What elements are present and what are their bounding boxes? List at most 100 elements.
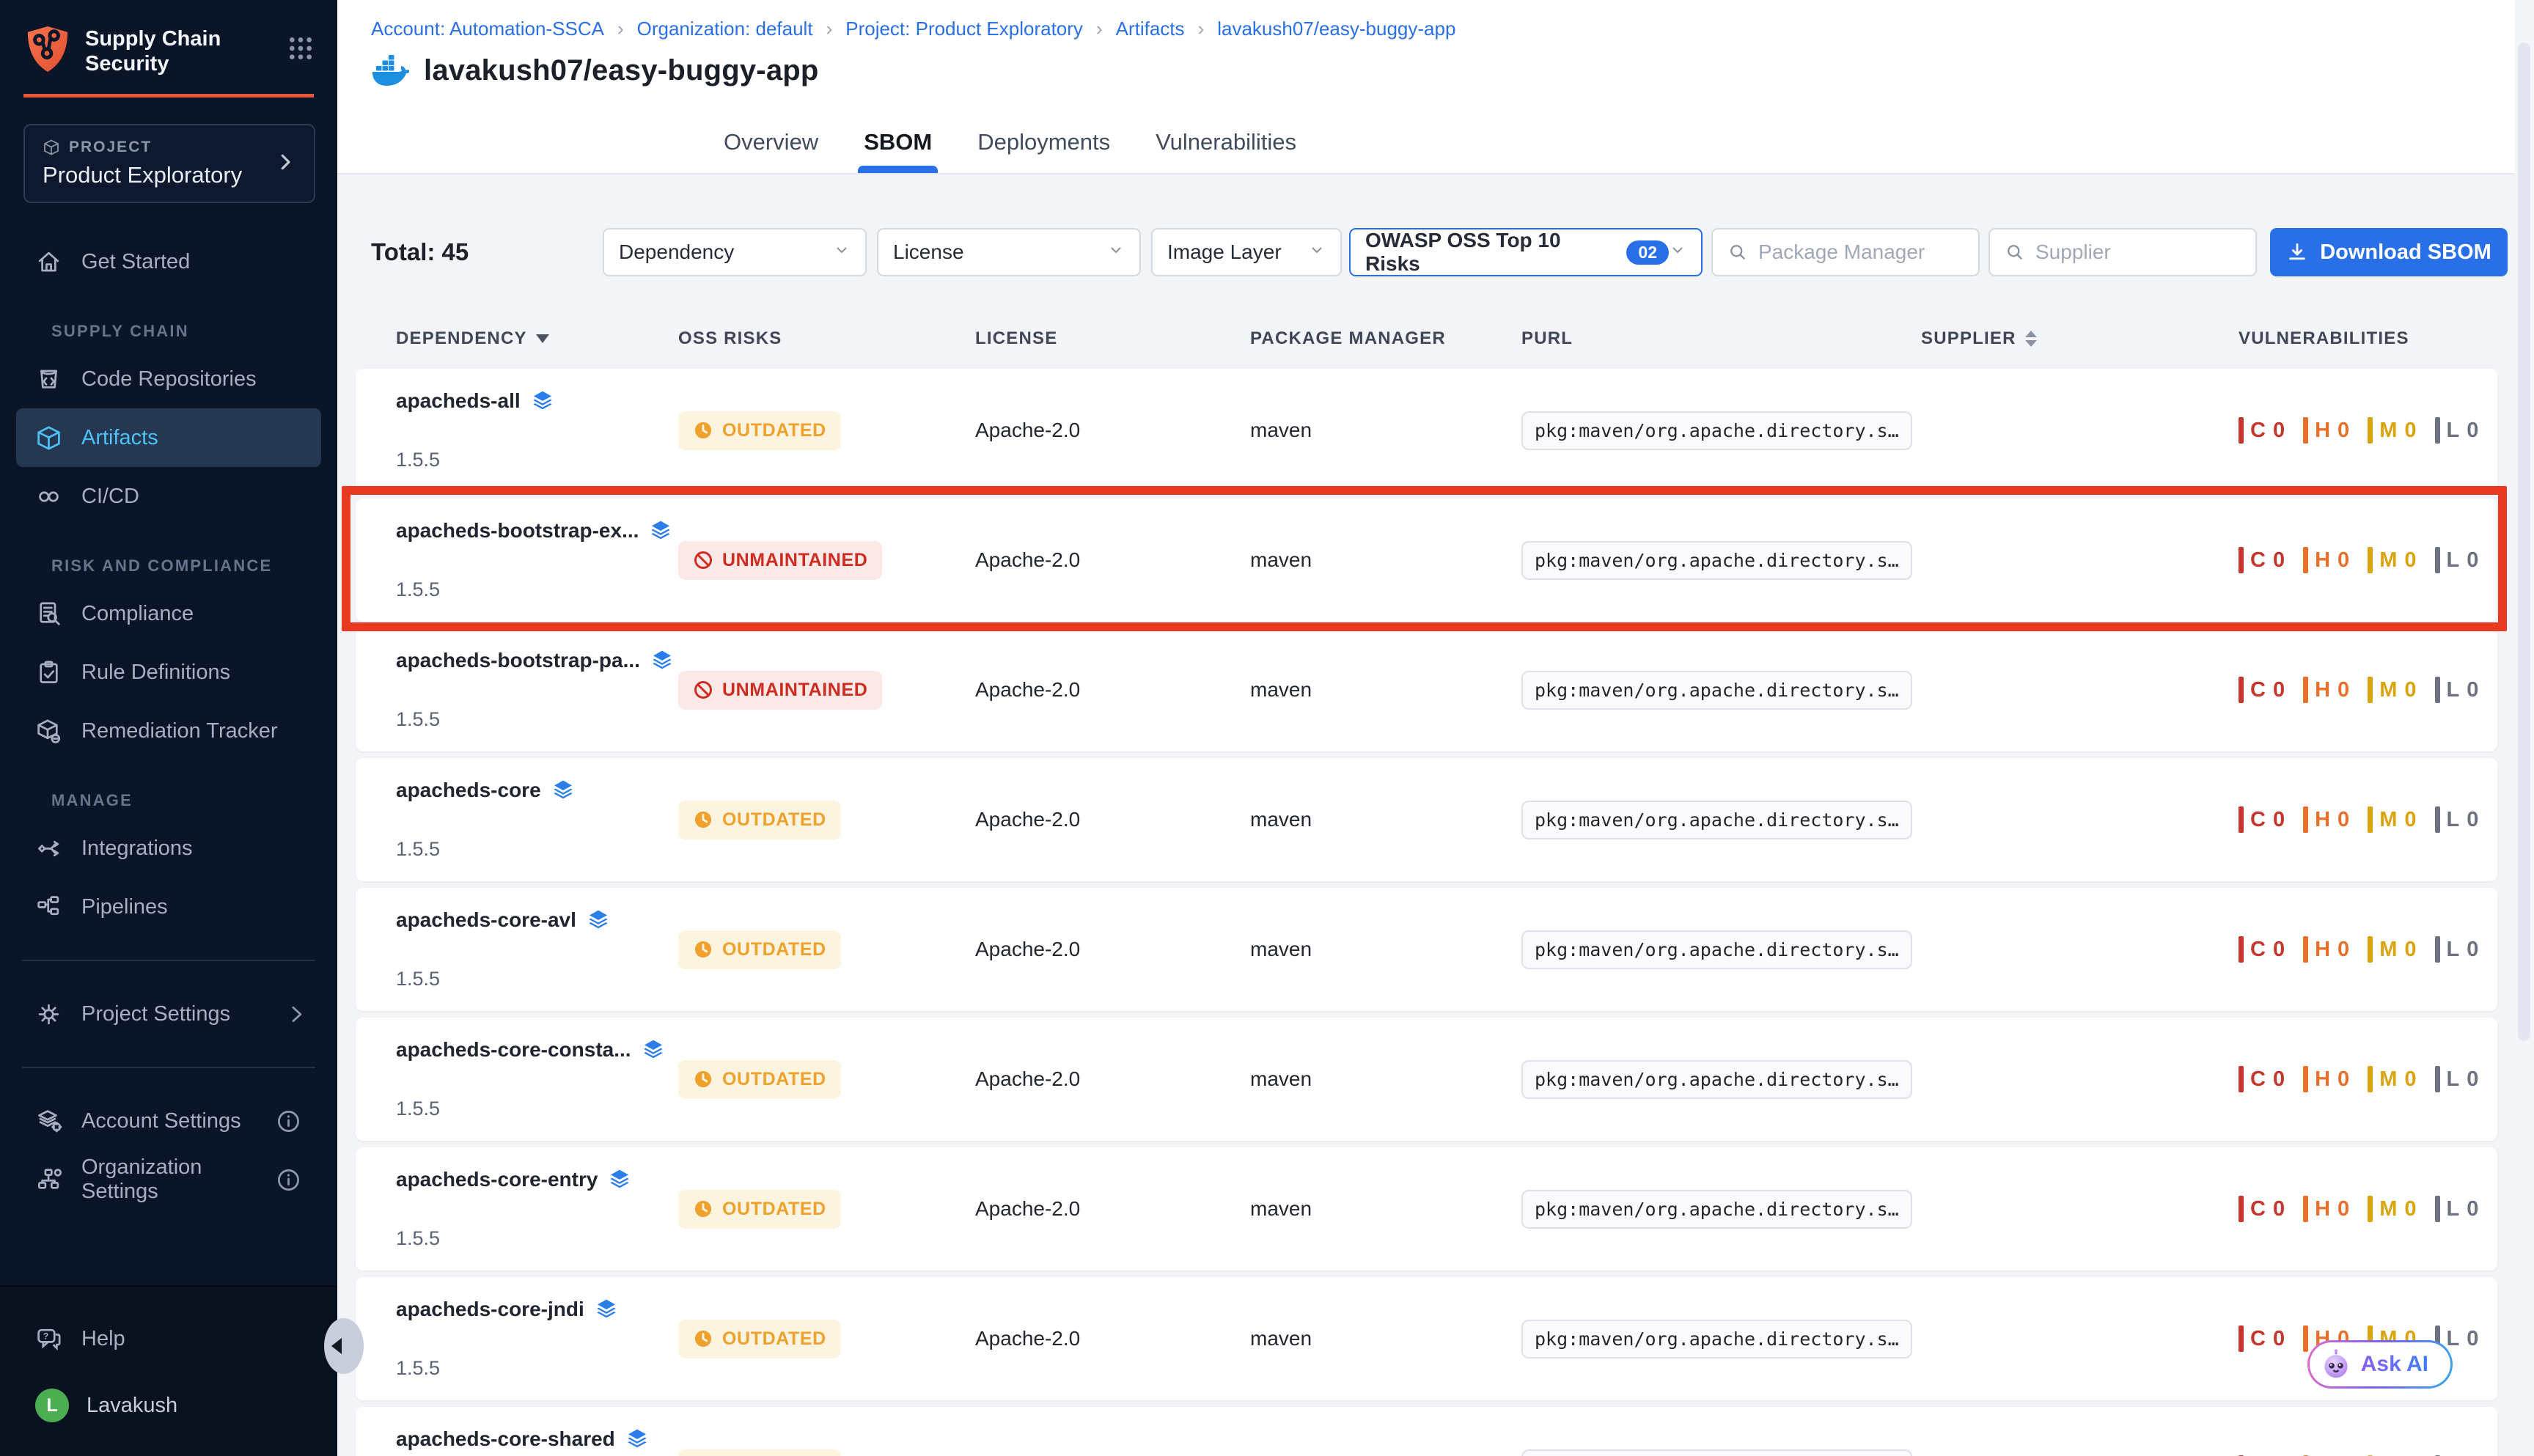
table-row[interactable]: apacheds-bootstrap-pa...1.5.5UNMAINTAINE…: [356, 628, 2497, 751]
table-row[interactable]: apacheds-core-consta...1.5.5OUTDATEDApac…: [356, 1018, 2497, 1141]
sidebar-item-code-repositories[interactable]: Code Repositories: [16, 350, 321, 408]
breadcrumb-link[interactable]: lavakush07/easy-buggy-app: [1217, 18, 1455, 40]
purl-cell: pkg:maven/org.apache.directory.s…: [1521, 1199, 1921, 1220]
oss-risk-cell: OUTDATED: [678, 1320, 975, 1358]
sidebar-item-label: Compliance: [81, 602, 194, 626]
sidebar-item-rule-definitions[interactable]: Rule Definitions: [16, 643, 321, 702]
vuln-value: 0: [2467, 419, 2479, 443]
sidebar-item-project-settings[interactable]: Project Settings: [16, 985, 321, 1043]
tab-sbom[interactable]: SBOM: [864, 129, 932, 173]
dependency-name-text: apacheds-core-avl: [396, 908, 576, 932]
download-sbom-button[interactable]: Download SBOM: [2270, 228, 2508, 276]
sidebar: Supply Chain Security PROJECT Product Ex…: [0, 0, 337, 1456]
title-row: lavakush07/easy-buggy-app: [371, 54, 2534, 87]
vuln-letter: M: [2379, 1067, 2398, 1092]
supplier-search[interactable]: [1988, 228, 2257, 276]
column-header-supplier[interactable]: SUPPLIER: [1921, 328, 2239, 349]
supply-chain-security-logo-icon: [25, 25, 70, 73]
license-filter-dropdown[interactable]: License: [877, 228, 1141, 276]
sidebar-item-get-started[interactable]: Get Started: [16, 232, 321, 291]
sidebar-item-pipelines[interactable]: Pipelines: [16, 878, 321, 936]
sort-descending-icon: [536, 334, 549, 343]
user-menu[interactable]: L Lavakush: [16, 1380, 321, 1431]
vuln-value: 0: [2337, 938, 2350, 962]
layers-icon: [650, 649, 674, 672]
breadcrumb-link[interactable]: Organization: default: [637, 18, 813, 40]
vuln-severity-bar: [2239, 417, 2244, 444]
breadcrumb-link[interactable]: Account: Automation-SSCA: [371, 18, 604, 40]
vuln-value: 0: [2404, 1197, 2417, 1221]
vuln-letter: C: [2250, 548, 2266, 573]
scrollbar-thumb[interactable]: [2518, 43, 2530, 1041]
table-row[interactable]: apacheds-core-jndi1.5.5OUTDATEDApache-2.…: [356, 1277, 2497, 1400]
sidebar-collapse-handle[interactable]: [324, 1318, 364, 1374]
table-row[interactable]: apacheds-core-entry1.5.5OUTDATEDApache-2…: [356, 1147, 2497, 1271]
sidebar-item-ci-cd[interactable]: CI/CD: [16, 467, 321, 526]
sort-icon: [2025, 331, 2037, 347]
org-gear-icon: [35, 1166, 62, 1194]
package-manager-search[interactable]: [1711, 228, 1980, 276]
sidebar-item-account-settings[interactable]: Account Settings: [16, 1092, 321, 1150]
sidebar-item-help[interactable]: ? Help: [16, 1309, 321, 1368]
table-row[interactable]: apacheds-bootstrap-ex...1.5.5UNMAINTAINE…: [356, 499, 2497, 622]
vuln-count-c: C0: [2239, 1326, 2285, 1352]
sidebar-item-organization-settings[interactable]: Organization Settings: [16, 1150, 321, 1209]
help-chat-icon: ?: [35, 1326, 62, 1353]
risk-badge-outdated: OUTDATED: [678, 801, 841, 839]
module-switcher-grid-icon[interactable]: [286, 34, 315, 67]
purl-cell: pkg:maven/org.apache.directory.s…: [1521, 1069, 1921, 1090]
column-header-dependency[interactable]: DEPENDENCY: [396, 328, 678, 349]
dependency-name: apacheds-all: [396, 389, 678, 413]
sidebar-item-remediation-tracker[interactable]: Remediation Tracker: [16, 702, 321, 760]
chevron-right-icon: [283, 1001, 302, 1028]
tab-overview[interactable]: Overview: [724, 129, 818, 173]
sidebar-divider: [22, 1067, 315, 1068]
purl-cell: pkg:maven/org.apache.directory.s…: [1521, 939, 1921, 960]
tab-deployments[interactable]: Deployments: [977, 129, 1110, 173]
vuln-severity-bar: [2303, 1196, 2308, 1222]
vuln-count-l: L0: [2435, 1066, 2480, 1092]
supplier-search-input[interactable]: [2035, 240, 2241, 264]
breadcrumb-link[interactable]: Project: Product Exploratory: [845, 18, 1083, 40]
owasp-risks-filter-dropdown[interactable]: OWASP OSS Top 10 Risks 02: [1349, 228, 1703, 276]
layers-icon: [608, 1168, 631, 1191]
tab-bar: Overview SBOM Deployments Vulnerabilities: [724, 129, 1296, 173]
dependency-filter-dropdown[interactable]: Dependency: [603, 228, 867, 276]
svg-text:?: ?: [43, 1331, 49, 1341]
sidebar-item-integrations[interactable]: Integrations: [16, 819, 321, 878]
risk-badge-unmaintained: UNMAINTAINED: [678, 671, 882, 710]
project-selector[interactable]: PROJECT Product Exploratory: [23, 124, 315, 203]
breadcrumb-link[interactable]: Artifacts: [1116, 18, 1185, 40]
license-cell: Apache-2.0: [975, 678, 1250, 702]
sidebar-nav: Get StartedSUPPLY CHAINCode Repositories…: [0, 232, 337, 1209]
license-cell: Apache-2.0: [975, 1067, 1250, 1091]
dependency-cell: apacheds-core-consta...1.5.5: [396, 1038, 678, 1120]
table-row[interactable]: apacheds-core1.5.5OUTDATEDApache-2.0mave…: [356, 758, 2497, 881]
search-icon: [1727, 242, 1748, 262]
sidebar-item-compliance[interactable]: Compliance: [16, 584, 321, 643]
dependency-name: apacheds-core-avl: [396, 908, 678, 932]
dropdown-label: License: [893, 240, 964, 264]
chevron-down-icon: [1107, 240, 1125, 264]
clock-icon: [693, 1199, 713, 1219]
vuln-severity-bar: [2303, 417, 2308, 444]
vuln-letter: C: [2250, 419, 2266, 443]
sidebar-item-artifacts[interactable]: Artifacts: [16, 408, 321, 467]
table-row[interactable]: apacheds-all1.5.5OUTDATEDApache-2.0maven…: [356, 369, 2497, 492]
vuln-severity-bar: [2303, 547, 2308, 573]
vuln-count-l: L0: [2435, 547, 2480, 573]
box-tag-icon: [35, 718, 62, 745]
image-layer-filter-dropdown[interactable]: Image Layer: [1151, 228, 1342, 276]
pipelines-icon: [35, 894, 62, 921]
license-cell: Apache-2.0: [975, 548, 1250, 572]
integrations-icon: [35, 835, 62, 862]
purl-pill: pkg:maven/org.apache.directory.s…: [1521, 801, 1912, 839]
tab-vulnerabilities[interactable]: Vulnerabilities: [1156, 129, 1296, 173]
vuln-value: 0: [2404, 1067, 2417, 1092]
table-row[interactable]: apacheds-core-avl1.5.5OUTDATEDApache-2.0…: [356, 888, 2497, 1011]
package-manager-search-input[interactable]: [1758, 240, 1964, 264]
vuln-letter: H: [2315, 419, 2331, 443]
ask-ai-button[interactable]: Ask AI: [2307, 1340, 2453, 1389]
table-row[interactable]: apacheds-core-shared1.5.5OUTDATEDApache-…: [356, 1407, 2497, 1456]
breadcrumb-separator: ›: [617, 18, 624, 40]
